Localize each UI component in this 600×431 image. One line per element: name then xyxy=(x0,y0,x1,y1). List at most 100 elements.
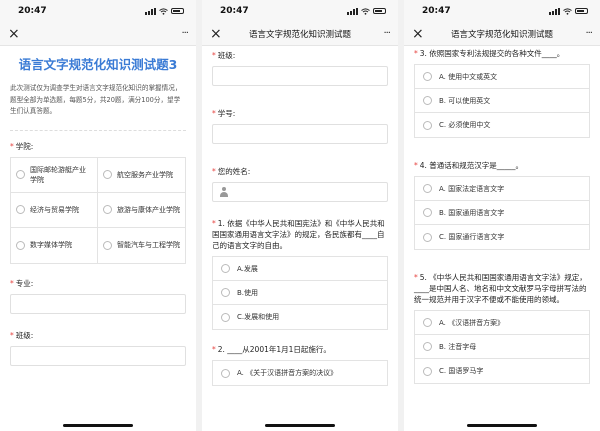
question-3-options: A. 使用中文或英文 B. 可以使用英文 C. 必须使用中文 xyxy=(414,64,590,138)
radio-icon[interactable] xyxy=(103,240,112,250)
status-icons xyxy=(347,7,386,15)
college-option[interactable]: 智能汽车与工程学院 xyxy=(98,228,185,263)
battery-icon xyxy=(171,8,184,14)
radio-icon[interactable] xyxy=(423,232,432,242)
class-input[interactable] xyxy=(212,66,388,86)
option-label: 国际邮轮游艇产业学院 xyxy=(30,165,86,184)
option[interactable]: B. 注音字母 xyxy=(415,335,589,359)
required-mark: * xyxy=(414,49,418,58)
option[interactable]: A.发展 xyxy=(213,257,387,281)
option[interactable]: C. 国语罗马字 xyxy=(415,359,589,383)
form-title: 语言文字规范化知识测试题3 xyxy=(18,57,178,72)
radio-icon[interactable] xyxy=(103,205,112,214)
college-option[interactable]: 国际邮轮游艇产业学院 xyxy=(11,157,98,193)
question-label: 您的姓名: xyxy=(217,167,251,176)
option[interactable]: A. 国家法定语言文字 xyxy=(415,177,589,201)
option-label: B. 注音字母 xyxy=(439,342,477,351)
phone-screen-2: 20:47 × 语言文字规范化知识测试题 ··· * 班级: * 学号: * 您的姓名… xyxy=(202,0,398,431)
option-label: 智能汽车与工程学院 xyxy=(117,241,180,249)
option-label: B. 可以使用英文 xyxy=(439,96,491,105)
question-label: 1. 依据《中华人民共和国宪法》和《中华人民共和国国家通用语言文字法》的规定，各… xyxy=(212,219,385,250)
question-label: 班级: xyxy=(15,330,34,340)
radio-icon[interactable] xyxy=(221,312,230,322)
option-label: A. 国家法定语言文字 xyxy=(439,184,505,193)
radio-icon[interactable] xyxy=(423,366,432,376)
more-icon[interactable]: ··· xyxy=(166,28,189,39)
status-icons xyxy=(549,7,588,15)
status-icons xyxy=(145,7,184,15)
question-class: * 班级: xyxy=(10,330,186,341)
nav-bar: × 语言文字规范化知识测试题 ··· xyxy=(202,22,398,46)
nav-title: 语言文字规范化知识测试题 xyxy=(450,29,553,40)
option-label: C. 国语罗马字 xyxy=(439,367,484,375)
option-label: A. 《汉语拼音方案》 xyxy=(439,318,505,327)
form-intro: 此次测试仅为调查学生对语言文字规范化知识的掌握情况，题型全部为单选题，每题5分，… xyxy=(10,84,182,115)
question-student-id: * 学号: xyxy=(212,108,388,119)
question-label: 2. ____从2001年1月1日起施行。 xyxy=(217,345,331,354)
option[interactable]: B. 可以使用英文 xyxy=(415,89,589,113)
radio-icon[interactable] xyxy=(16,170,25,179)
required-mark: * xyxy=(414,273,418,282)
nav-title: 语言文字规范化知识测试题 xyxy=(248,29,351,40)
question-label: 5. 《中华人民共和国国家通用语言文字法》规定，____是中国人名、地名和中文文… xyxy=(414,273,587,304)
radio-icon[interactable] xyxy=(103,170,112,179)
college-option[interactable]: 数字媒体学院 xyxy=(11,227,98,263)
radio-icon[interactable] xyxy=(423,208,432,217)
option[interactable]: B.使用 xyxy=(213,281,387,305)
radio-icon[interactable] xyxy=(16,205,25,214)
question-2: * 2. ____从2001年1月1日起施行。 xyxy=(212,344,388,355)
required-mark: * xyxy=(212,51,216,60)
more-icon[interactable]: ··· xyxy=(570,28,593,39)
clock: 20:47 xyxy=(220,6,249,16)
close-icon[interactable]: × xyxy=(210,26,232,42)
question-label: 学院: xyxy=(15,141,34,151)
radio-icon[interactable] xyxy=(221,368,230,378)
required-mark: * xyxy=(414,161,418,170)
class-input[interactable] xyxy=(10,345,186,366)
college-option[interactable]: 旅游与康体产业学院 xyxy=(98,193,185,228)
radio-icon[interactable] xyxy=(423,184,432,193)
close-icon[interactable]: × xyxy=(8,26,30,42)
status-bar: 20:47 xyxy=(202,0,398,22)
question-label: 学号: xyxy=(217,109,236,118)
question-label: 班级: xyxy=(217,51,236,60)
home-indicator[interactable] xyxy=(467,424,537,427)
wifi-icon xyxy=(563,7,572,15)
option[interactable]: C.发展和使用 xyxy=(213,305,387,329)
battery-icon xyxy=(373,8,386,14)
more-icon[interactable]: ··· xyxy=(368,28,391,39)
option-label: 航空服务产业学院 xyxy=(117,170,173,179)
required-mark: * xyxy=(212,167,216,176)
home-indicator[interactable] xyxy=(265,424,335,427)
option[interactable]: C. 必须使用中文 xyxy=(415,113,589,137)
question-name: * 您的姓名: xyxy=(212,166,388,177)
radio-icon[interactable] xyxy=(423,72,432,81)
radio-icon[interactable] xyxy=(221,264,230,273)
home-indicator[interactable] xyxy=(63,424,133,427)
option[interactable]: C. 国家通行语言文字 xyxy=(415,225,589,249)
option-label: 经济与贸易学院 xyxy=(30,205,79,214)
option[interactable]: A. 使用中文或英文 xyxy=(415,65,589,89)
question-4-options: A. 国家法定语言文字 B. 国家通用语言文字 C. 国家通行语言文字 xyxy=(414,176,590,250)
option[interactable]: A. 《关于汉语拼音方案的决议》 xyxy=(213,361,387,385)
option[interactable]: B. 国家通用语言文字 xyxy=(415,201,589,225)
college-options: 国际邮轮游艇产业学院 航空服务产业学院 经济与贸易学院 旅游与康体产业学院 数字… xyxy=(10,156,186,264)
student-id-input[interactable] xyxy=(212,124,388,144)
radio-icon[interactable] xyxy=(423,96,432,105)
major-input[interactable] xyxy=(10,293,186,314)
radio-icon[interactable] xyxy=(423,120,432,130)
radio-icon[interactable] xyxy=(423,342,432,351)
nav-bar: × 语言文字规范化知识测试题 ··· xyxy=(404,22,600,46)
wifi-icon xyxy=(159,7,168,15)
radio-icon[interactable] xyxy=(423,318,432,327)
option[interactable]: A. 《汉语拼音方案》 xyxy=(415,311,589,335)
clock: 20:47 xyxy=(422,6,451,16)
radio-icon[interactable] xyxy=(221,288,230,297)
option-label: C. 必须使用中文 xyxy=(439,121,491,129)
close-icon[interactable]: × xyxy=(412,26,434,42)
radio-icon[interactable] xyxy=(16,240,25,250)
college-option[interactable]: 经济与贸易学院 xyxy=(11,192,98,228)
college-option[interactable]: 航空服务产业学院 xyxy=(98,158,185,193)
name-input[interactable] xyxy=(212,182,388,202)
person-icon xyxy=(219,187,229,197)
